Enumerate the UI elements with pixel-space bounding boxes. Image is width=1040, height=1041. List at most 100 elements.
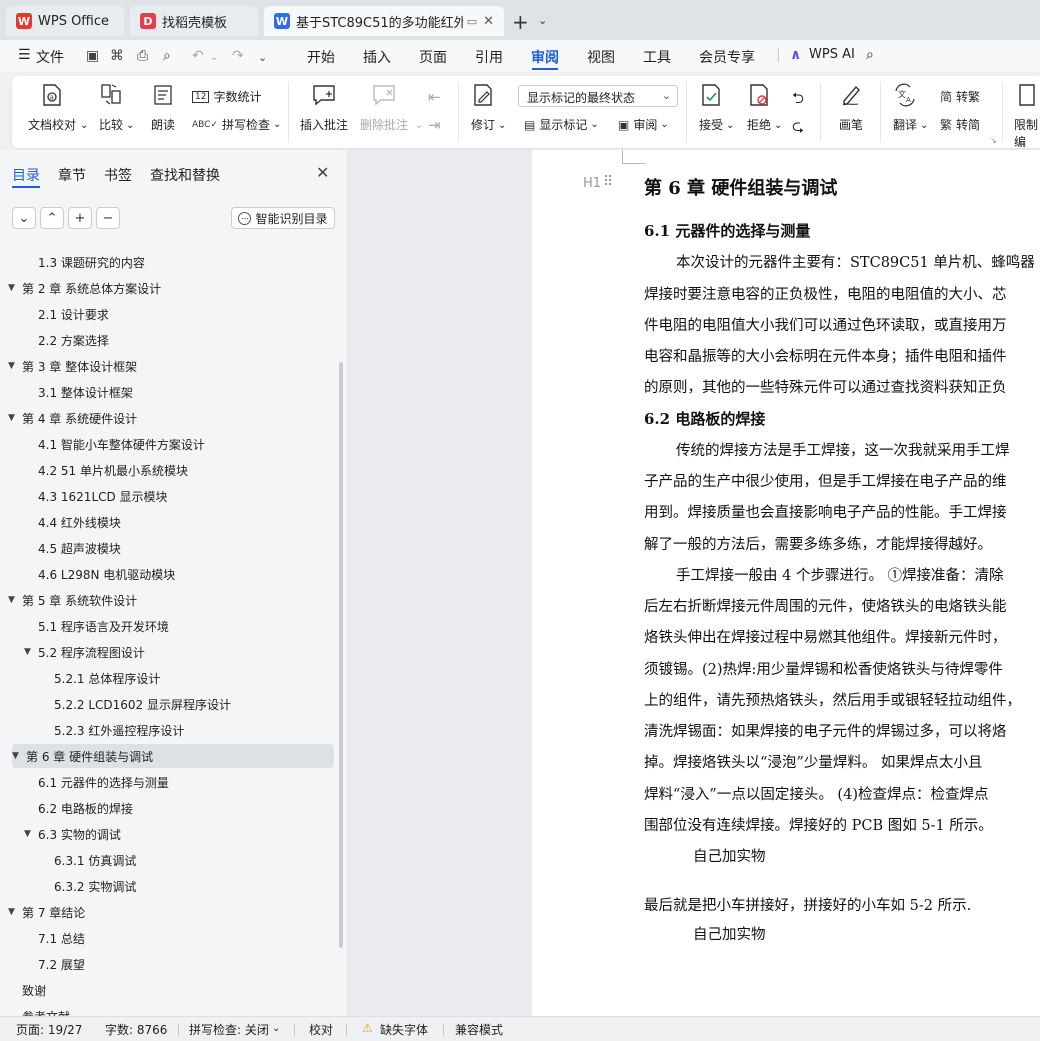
toc-item[interactable]: 4.4 红外线模块 [24,510,121,534]
expand-triangle-icon[interactable]: ▼ [8,413,22,423]
toc-item[interactable]: 6.3.2 实物调试 [40,874,136,898]
menu-references[interactable]: 引用 [475,47,503,67]
toc-item[interactable]: ▼ 6.3 实物的调试 [24,822,121,846]
expand-triangle-icon[interactable]: ▼ [24,647,38,657]
expand-triangle-icon[interactable]: ▼ [8,595,22,605]
compare-button[interactable]: 比较 [98,82,124,133]
chevron-down-icon[interactable]: ⌄ [258,51,267,64]
toc-item[interactable]: 1.3 课题研究的内容 [24,250,145,274]
toc-item[interactable]: 5.2.3 红外遥控程序设计 [40,718,184,742]
spell-check-status[interactable]: 拼写检查: 关闭 [189,1021,269,1038]
menu-page[interactable]: 页面 [419,47,447,67]
chevron-down-icon[interactable]: ⌄ [726,120,734,131]
proofread-button[interactable]: a 文档校对 [28,82,76,133]
chevron-down-icon[interactable]: ⌄ [538,14,547,27]
toc-item[interactable]: 6.1 元器件的选择与测量 [24,770,169,794]
collapse-all-button[interactable]: ⌄ [12,207,36,229]
previous-comment-icon[interactable]: ⇤ [428,88,441,106]
tab-wps-office[interactable]: W WPS Office [6,6,124,36]
new-tab-button[interactable]: + [512,10,529,34]
remove-heading-button[interactable]: − [96,207,120,229]
pen-button[interactable]: 画笔 [838,82,864,133]
page-indicator[interactable]: 页面: 19/27 [16,1021,82,1038]
toc-item[interactable]: ▼ 5.2 程序流程图设计 [24,640,145,664]
tab-find-replace[interactable]: 查找和替换 [150,165,220,185]
delete-comment-button[interactable]: 删除批注 [360,82,408,133]
link-icon[interactable]: ⌘ [110,48,124,64]
chevron-down-icon[interactable]: ⌄ [498,120,506,131]
menu-member[interactable]: 会员专享 [699,47,755,67]
toc-item[interactable]: 4.3 1621LCD 显示模块 [24,484,168,508]
chevron-down-icon[interactable]: ⌄ [774,120,782,131]
next-comment-icon[interactable]: ⇥ [428,116,441,134]
toc-item[interactable]: 5.2.2 LCD1602 显示屏程序设计 [40,692,231,716]
expand-triangle-icon[interactable]: ▼ [24,829,38,839]
smart-toc-button[interactable]: ⋯ 智能识别目录 [231,207,335,229]
hamburger-icon[interactable]: ☰ [18,47,31,63]
toc-item[interactable]: ▼ 第 6 章 硬件组装与调试 [12,744,334,768]
toc-item[interactable]: 7.2 展望 [24,952,85,976]
close-icon[interactable]: ✕ [316,163,329,182]
expand-triangle-icon[interactable]: ▼ [8,907,22,917]
markup-state-select[interactable]: 显示标记的最终状态 ⌄ [518,85,678,107]
toc-item[interactable]: 4.1 智能小车整体硬件方案设计 [24,432,205,456]
menu-file[interactable]: 文件 [36,47,64,67]
save-icon[interactable]: ▣ [86,48,99,64]
chevron-down-icon[interactable]: ⌄ [126,120,134,131]
to-simplified-button[interactable]: 繁 转简 [940,116,980,133]
previous-change-icon[interactable]: ⮌ [792,88,804,113]
accept-button[interactable]: 接受 [698,82,724,133]
chevron-down-icon[interactable]: ⌄ [415,120,423,131]
undo-icon[interactable]: ↶ [192,48,204,64]
reject-button[interactable]: 拒绝 [746,82,772,133]
review-pane-button[interactable]: ▣ 审阅 ⌄ [618,116,669,133]
menu-insert[interactable]: 插入 [363,47,391,67]
tab-sections[interactable]: 章节 [58,165,86,185]
menu-tools[interactable]: 工具 [643,47,671,67]
toc-item[interactable]: ▼ 第 3 章 整体设计框架 [8,354,137,378]
tab-docer-templates[interactable]: D 找稻壳模板 [130,6,258,36]
missing-font-status[interactable]: 缺失字体 [380,1021,428,1038]
menu-review[interactable]: 审阅 [531,47,559,67]
word-count-button[interactable]: 12 字数统计 [192,88,261,105]
expand-group-icon[interactable]: ↘ [990,136,997,145]
chevron-down-icon[interactable]: ⌄ [80,120,88,131]
tab-current-document[interactable]: W 基于STC89C51的多功能红外遥 ▭ ✕ [264,6,504,36]
toc-item[interactable]: 2.2 方案选择 [24,328,109,352]
toc-item[interactable]: 2.1 设计要求 [24,302,109,326]
toc-item[interactable]: 5.2.1 总体程序设计 [40,666,160,690]
to-traditional-button[interactable]: 简 转繁 [940,88,980,105]
search-icon[interactable]: ⌕ [866,47,874,63]
toc-item[interactable]: ▼ 第 5 章 系统软件设计 [8,588,137,612]
tab-bookmarks[interactable]: 书签 [104,165,132,185]
proofread-status[interactable]: 校对 [309,1021,333,1038]
read-aloud-button[interactable]: 朗读 [150,82,176,133]
expand-up-button[interactable]: ⌃ [40,207,64,229]
translate-button[interactable]: 文A 翻译 [892,82,918,133]
toc-item[interactable]: 7.1 总结 [24,926,85,950]
restrict-editing-button[interactable]: 限制编 [1014,82,1040,150]
chevron-down-icon[interactable]: ⌄ [920,120,928,131]
tab-toc[interactable]: 目录 [12,165,40,185]
menu-wps-ai[interactable]: WPS AI [809,47,855,62]
monitor-icon[interactable]: ▭ [467,15,477,28]
expand-triangle-icon[interactable]: ▼ [8,283,22,293]
close-icon[interactable]: ✕ [483,14,494,29]
expand-triangle-icon[interactable]: ▼ [8,361,22,371]
toc-item[interactable]: 3.1 整体设计框架 [24,380,133,404]
chevron-down-icon[interactable]: ⌄ [210,52,218,63]
toc-item[interactable]: 6.2 电路板的焊接 [24,796,133,820]
menu-home[interactable]: 开始 [307,47,335,67]
insert-comment-button[interactable]: 插入批注 [300,82,348,133]
drag-handle-icon[interactable]: ⠿ [603,174,613,190]
spell-check-button[interactable]: ABC✓ 拼写检查 ⌄ [192,116,281,133]
toc-item[interactable]: ▼ 第 2 章 系统总体方案设计 [8,276,161,300]
toc-item[interactable]: ▼ 第 7 章结论 [8,900,85,924]
toc-item[interactable]: 4.2 51 单片机最小系统模块 [24,458,188,482]
toc-item[interactable]: 5.1 程序语言及开发环境 [24,614,169,638]
toc-item[interactable]: 4.6 L298N 电机驱动模块 [24,562,175,586]
menu-view[interactable]: 视图 [587,47,615,67]
toc-item[interactable]: ▼ 第 4 章 系统硬件设计 [8,406,137,430]
add-heading-button[interactable]: + [68,207,92,229]
toc-scrollbar[interactable] [339,362,343,948]
